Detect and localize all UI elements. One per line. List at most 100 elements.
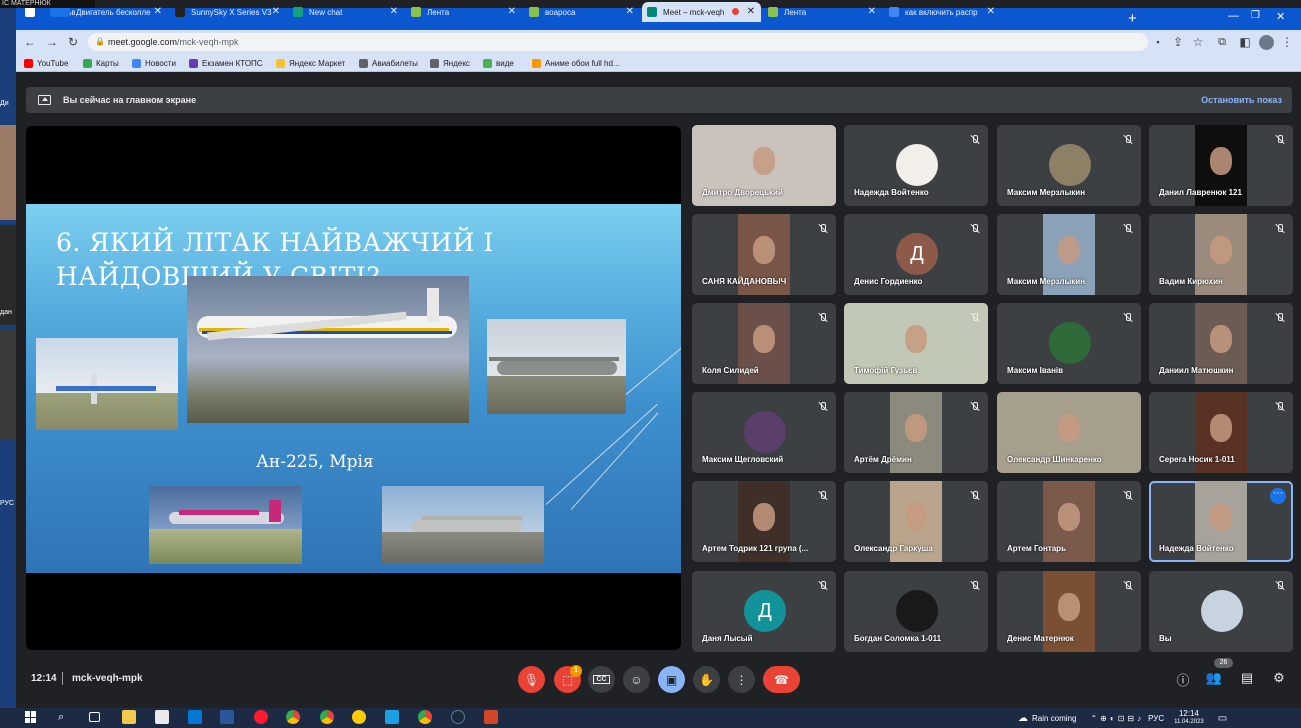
present-button[interactable]: ▣ xyxy=(658,666,685,693)
bookmark-star-icon[interactable]: ☆ xyxy=(1190,33,1206,51)
leave-call-button[interactable]: ☎ xyxy=(763,666,800,693)
side-panel-icon[interactable]: ◧ xyxy=(1237,33,1253,51)
close-tab-icon[interactable]: ✕ xyxy=(747,6,755,17)
raise-hand-button[interactable]: ✋ xyxy=(693,666,720,693)
participant-tile[interactable]: Богдан Соломка 1-011 xyxy=(844,571,988,652)
participant-name: Вы xyxy=(1159,634,1172,643)
bookmark-item[interactable]: виде xyxy=(483,56,514,70)
participant-tile[interactable]: Артём Дрёмин xyxy=(844,392,988,473)
address-bar[interactable]: 🔒 meet.google.com/mck-veqh-mpk xyxy=(88,33,1148,51)
browser-tab[interactable]: Meet – mck-veqh ✕ xyxy=(642,2,761,22)
participant-tile[interactable]: Максим Мерзлыкин xyxy=(997,214,1141,295)
search-icon[interactable]: ⌕ xyxy=(58,710,72,724)
extensions-icon[interactable]: ⧉ xyxy=(1214,33,1230,51)
participant-tile[interactable]: Максим Щегловский xyxy=(692,392,836,473)
steam-icon[interactable] xyxy=(451,710,465,724)
chat-icon[interactable]: ▤ xyxy=(1238,670,1256,688)
participant-tile[interactable]: Артем Гонтарь xyxy=(997,481,1141,562)
participant-tile[interactable]: Даниил Матюшкин xyxy=(1149,303,1293,384)
opera-icon[interactable] xyxy=(254,710,268,724)
camera-in-use-icon[interactable]: ▪ xyxy=(1150,33,1166,51)
participant-tile[interactable]: Артем Тодрик 121 група (... xyxy=(692,481,836,562)
close-tab-icon[interactable]: ✕ xyxy=(390,6,398,17)
participant-tile[interactable]: Дмитро Дворецький xyxy=(692,125,836,206)
close-tab-icon[interactable]: ✕ xyxy=(868,6,876,17)
browser-tab[interactable]: New chat ✕ xyxy=(288,2,404,22)
participant-tile[interactable]: Максим Іванів xyxy=(997,303,1141,384)
close-tab-icon[interactable]: ✕ xyxy=(626,6,634,17)
participant-tile[interactable]: Д Денис Гордиенко xyxy=(844,214,988,295)
participant-tile[interactable]: Коля Силидей xyxy=(692,303,836,384)
activities-icon[interactable]: ⚙ xyxy=(1270,670,1288,688)
share-icon[interactable]: ⇪ xyxy=(1170,33,1186,51)
participant-tile[interactable]: Тимофій Гузьєв xyxy=(844,303,988,384)
reload-icon[interactable]: ↻ xyxy=(65,33,81,51)
participant-tile[interactable]: Надежда Войтенко xyxy=(844,125,988,206)
captions-button[interactable]: CC xyxy=(588,666,615,693)
participant-tile[interactable]: Вадим Кирюхин xyxy=(1149,214,1293,295)
bookmark-item[interactable]: Екзамен КТОПС xyxy=(189,56,263,70)
task-view-icon[interactable] xyxy=(89,712,100,722)
tray-clock[interactable]: 12:14 11.04.2023 xyxy=(1174,709,1204,727)
chrome-icon[interactable] xyxy=(418,710,432,724)
bookmark-item[interactable]: Аниме обои full hd... xyxy=(532,56,620,70)
participant-tile[interactable]: Данил Лавренюк 121 xyxy=(1149,125,1293,206)
weather-text[interactable]: Rain coming xyxy=(1032,714,1076,723)
store-icon[interactable] xyxy=(155,710,169,724)
browser-tab[interactable]: воароса ✕ xyxy=(524,2,640,22)
tile-options-icon[interactable]: ⋯ xyxy=(1270,488,1286,504)
tray-icons[interactable]: ⌃⊕◐⊡⊟♪ xyxy=(1090,714,1144,723)
mic-off-icon xyxy=(1275,581,1284,590)
close-window-icon[interactable]: ✕ xyxy=(1276,10,1290,24)
participant-tile[interactable]: Д Даня Лысый xyxy=(692,571,836,652)
close-tab-icon[interactable]: ✕ xyxy=(154,6,162,17)
back-icon[interactable]: ← xyxy=(22,33,38,51)
participant-tile[interactable]: Максим Мерзлыкин xyxy=(997,125,1141,206)
chrome-icon[interactable] xyxy=(286,710,300,724)
close-tab-icon[interactable]: ✕ xyxy=(272,6,280,17)
forward-icon[interactable]: → xyxy=(44,33,60,51)
participant-tile[interactable]: Вы xyxy=(1149,571,1293,652)
profile-avatar[interactable] xyxy=(1259,35,1274,50)
more-options-button[interactable]: ⋮ xyxy=(728,666,755,693)
chrome-icon[interactable] xyxy=(320,710,334,724)
participant-tile[interactable]: Олександр Гаркуша xyxy=(844,481,988,562)
participant-tile[interactable]: Олександр Шинкаренко xyxy=(997,392,1141,473)
weather-icon[interactable]: ☁ xyxy=(1018,713,1028,724)
meeting-details-icon[interactable]: ⓘ xyxy=(1174,670,1192,688)
browser-tab[interactable]: Лента ✕ xyxy=(406,2,522,22)
file-explorer-icon[interactable] xyxy=(122,710,136,724)
minimize-icon[interactable]: — xyxy=(1228,10,1242,24)
bookmark-item[interactable]: Яндекс Маркет xyxy=(276,56,345,70)
browser-tab[interactable]: SunnySky X Series V3 ✕ xyxy=(170,2,286,22)
word-icon[interactable] xyxy=(220,710,234,724)
reactions-button[interactable]: ☺ xyxy=(623,666,650,693)
bookmark-item[interactable]: Карты xyxy=(83,56,119,70)
bookmark-item[interactable]: Яндекс xyxy=(430,56,470,70)
bookmark-item[interactable]: Авиабилеты xyxy=(359,56,418,70)
yandex-browser-icon[interactable] xyxy=(352,710,366,724)
participant-tile[interactable]: Денис Матернюк xyxy=(997,571,1141,652)
participant-tile[interactable]: САНЯ КАЙДАНОВЫЧ xyxy=(692,214,836,295)
people-icon[interactable]: 👥 xyxy=(1205,670,1223,688)
powerpoint-icon[interactable] xyxy=(484,710,498,724)
notifications-icon[interactable]: ▭ xyxy=(1218,713,1227,724)
bookmark-item[interactable]: Новости xyxy=(132,56,176,70)
menu-icon[interactable]: ⋮ xyxy=(1279,33,1295,51)
close-tab-icon[interactable]: ✕ xyxy=(508,6,516,17)
browser-tab[interactable]: Лента ✕ xyxy=(763,2,882,22)
input-language[interactable]: РУС xyxy=(1148,714,1164,723)
maximize-icon[interactable]: ❐ xyxy=(1251,10,1265,24)
participant-name: Максим Іванів xyxy=(1007,366,1064,375)
participant-tile[interactable]: ⋯ Надежда Войтенко xyxy=(1149,481,1293,562)
stop-presenting-button[interactable]: Остановить показ xyxy=(1201,87,1282,113)
new-tab-button[interactable]: + xyxy=(1128,10,1137,27)
browser-tab[interactable]: как включить распр ✕ xyxy=(884,2,1001,22)
bookmark-item[interactable]: YouTube xyxy=(24,56,68,70)
start-icon[interactable] xyxy=(25,711,37,723)
participant-tile[interactable]: Серега Носик 1-011 xyxy=(1149,392,1293,473)
mic-toggle-button[interactable]: 🎙 xyxy=(518,666,545,693)
mail-icon[interactable] xyxy=(188,710,202,724)
vpn-icon[interactable] xyxy=(385,710,399,724)
close-tab-icon[interactable]: ✕ xyxy=(987,6,995,17)
